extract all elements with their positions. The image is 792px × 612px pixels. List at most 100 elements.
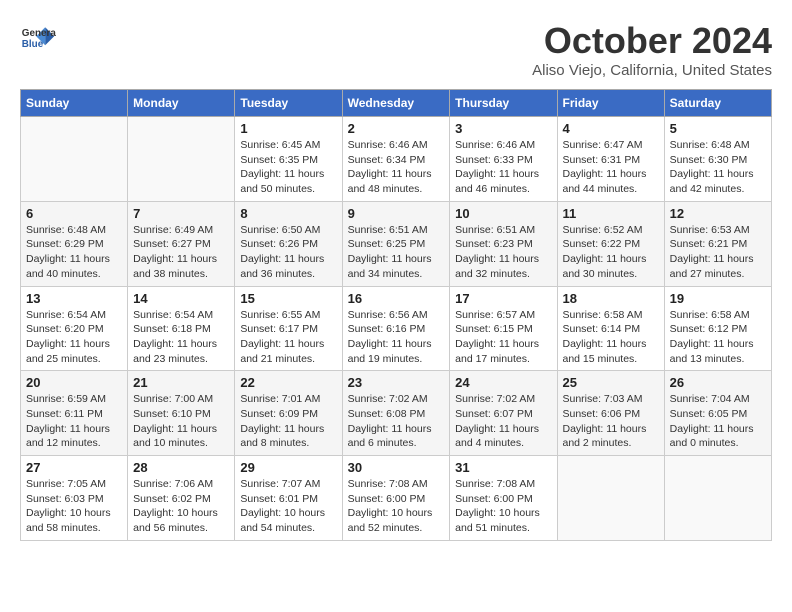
day-cell: 29 Sunrise: 7:07 AMSunset: 6:01 PMDayligh… [235, 456, 342, 541]
day-info: Sunrise: 6:54 AMSunset: 6:20 PMDaylight:… [26, 308, 122, 367]
day-number: 19 [670, 291, 766, 306]
day-number: 4 [563, 121, 659, 136]
day-info: Sunrise: 7:00 AMSunset: 6:10 PMDaylight:… [133, 392, 229, 451]
day-number: 29 [240, 460, 336, 475]
day-number: 13 [26, 291, 122, 306]
day-info: Sunrise: 6:55 AMSunset: 6:17 PMDaylight:… [240, 308, 336, 367]
logo: General Blue [20, 20, 60, 56]
day-info: Sunrise: 6:46 AMSunset: 6:34 PMDaylight:… [348, 138, 445, 197]
day-info: Sunrise: 7:06 AMSunset: 6:02 PMDaylight:… [133, 477, 229, 536]
day-cell: 2Sunrise: 6:46 AMSunset: 6:34 PMDaylight… [342, 117, 450, 202]
day-cell: 6Sunrise: 6:48 AMSunset: 6:29 PMDaylight… [21, 201, 128, 286]
day-cell: 4 Sunrise: 6:47 AMSunset: 6:31 PMDaylight… [557, 117, 664, 202]
day-cell: 7 Sunrise: 6:49 AMSunset: 6:27 PMDaylight… [128, 201, 235, 286]
day-number: 11 [563, 206, 659, 221]
location: Aliso Viejo, California, United States [532, 62, 772, 79]
svg-text:Blue: Blue [22, 39, 44, 50]
week-row-1: 1 Sunrise: 6:45 AMSunset: 6:35 PMDaylight… [21, 117, 772, 202]
day-cell: 25 Sunrise: 7:03 AMSunset: 6:06 PMDayligh… [557, 371, 664, 456]
day-info: Sunrise: 7:08 AMSunset: 6:00 PMDaylight:… [348, 477, 445, 536]
day-cell: 28 Sunrise: 7:06 AMSunset: 6:02 PMDayligh… [128, 456, 235, 541]
day-cell: 3 Sunrise: 6:46 AMSunset: 6:33 PMDaylight… [450, 117, 557, 202]
day-number: 20 [26, 375, 122, 390]
day-number: 28 [133, 460, 229, 475]
day-cell: 17 Sunrise: 6:57 AMSunset: 6:15 PMDayligh… [450, 286, 557, 371]
day-info: Sunrise: 6:48 AMSunset: 6:30 PMDaylight:… [670, 138, 766, 197]
day-cell: 8Sunrise: 6:50 AMSunset: 6:26 PMDaylight… [235, 201, 342, 286]
day-cell: 20 Sunrise: 6:59 AMSunset: 6:11 PMDayligh… [21, 371, 128, 456]
day-cell [664, 456, 771, 541]
day-number: 8 [240, 206, 336, 221]
day-number: 15 [240, 291, 336, 306]
day-cell: 23Sunrise: 7:02 AMSunset: 6:08 PMDayligh… [342, 371, 450, 456]
day-info: Sunrise: 6:49 AMSunset: 6:27 PMDaylight:… [133, 223, 229, 282]
day-cell: 22Sunrise: 7:01 AMSunset: 6:09 PMDayligh… [235, 371, 342, 456]
day-cell: 10Sunrise: 6:51 AMSunset: 6:23 PMDayligh… [450, 201, 557, 286]
day-number: 27 [26, 460, 122, 475]
day-number: 5 [670, 121, 766, 136]
week-row-2: 6Sunrise: 6:48 AMSunset: 6:29 PMDaylight… [21, 201, 772, 286]
day-number: 6 [26, 206, 122, 221]
day-cell: 9 Sunrise: 6:51 AMSunset: 6:25 PMDaylight… [342, 201, 450, 286]
day-info: Sunrise: 6:47 AMSunset: 6:31 PMDaylight:… [563, 138, 659, 197]
weekday-header-tuesday: Tuesday [235, 90, 342, 117]
svg-text:General: General [22, 28, 56, 39]
day-number: 9 [348, 206, 445, 221]
day-cell: 12 Sunrise: 6:53 AMSunset: 6:21 PMDayligh… [664, 201, 771, 286]
day-number: 1 [240, 121, 336, 136]
day-info: Sunrise: 6:46 AMSunset: 6:33 PMDaylight:… [455, 138, 551, 197]
day-info: Sunrise: 6:53 AMSunset: 6:21 PMDaylight:… [670, 223, 766, 282]
day-info: Sunrise: 7:05 AMSunset: 6:03 PMDaylight:… [26, 477, 122, 536]
weekday-header-thursday: Thursday [450, 90, 557, 117]
weekday-header-sunday: Sunday [21, 90, 128, 117]
day-info: Sunrise: 7:02 AMSunset: 6:08 PMDaylight:… [348, 392, 445, 451]
day-info: Sunrise: 6:54 AMSunset: 6:18 PMDaylight:… [133, 308, 229, 367]
day-cell: 31Sunrise: 7:08 AMSunset: 6:00 PMDayligh… [450, 456, 557, 541]
day-cell: 30 Sunrise: 7:08 AMSunset: 6:00 PMDayligh… [342, 456, 450, 541]
day-info: Sunrise: 6:58 AMSunset: 6:14 PMDaylight:… [563, 308, 659, 367]
day-info: Sunrise: 6:51 AMSunset: 6:25 PMDaylight:… [348, 223, 445, 282]
day-number: 3 [455, 121, 551, 136]
logo-icon: General Blue [20, 20, 56, 56]
day-info: Sunrise: 7:04 AMSunset: 6:05 PMDaylight:… [670, 392, 766, 451]
day-cell: 27 Sunrise: 7:05 AMSunset: 6:03 PMDayligh… [21, 456, 128, 541]
day-number: 22 [240, 375, 336, 390]
weekday-header-friday: Friday [557, 90, 664, 117]
day-info: Sunrise: 6:56 AMSunset: 6:16 PMDaylight:… [348, 308, 445, 367]
day-info: Sunrise: 7:03 AMSunset: 6:06 PMDaylight:… [563, 392, 659, 451]
day-info: Sunrise: 7:07 AMSunset: 6:01 PMDaylight:… [240, 477, 336, 536]
day-number: 7 [133, 206, 229, 221]
day-cell [128, 117, 235, 202]
day-cell: 26 Sunrise: 7:04 AMSunset: 6:05 PMDayligh… [664, 371, 771, 456]
day-info: Sunrise: 7:02 AMSunset: 6:07 PMDaylight:… [455, 392, 551, 451]
page-header: General Blue October 2024 Aliso Viejo, C… [20, 20, 772, 79]
day-info: Sunrise: 6:58 AMSunset: 6:12 PMDaylight:… [670, 308, 766, 367]
day-number: 16 [348, 291, 445, 306]
day-number: 17 [455, 291, 551, 306]
month-title: October 2024 [532, 20, 772, 62]
day-cell: 18 Sunrise: 6:58 AMSunset: 6:14 PMDayligh… [557, 286, 664, 371]
weekday-header-wednesday: Wednesday [342, 90, 450, 117]
day-number: 31 [455, 460, 551, 475]
day-number: 30 [348, 460, 445, 475]
day-info: Sunrise: 6:51 AMSunset: 6:23 PMDaylight:… [455, 223, 551, 282]
day-number: 18 [563, 291, 659, 306]
day-number: 12 [670, 206, 766, 221]
week-row-4: 20 Sunrise: 6:59 AMSunset: 6:11 PMDayligh… [21, 371, 772, 456]
week-row-3: 13 Sunrise: 6:54 AMSunset: 6:20 PMDayligh… [21, 286, 772, 371]
day-info: Sunrise: 6:59 AMSunset: 6:11 PMDaylight:… [26, 392, 122, 451]
day-cell: 15 Sunrise: 6:55 AMSunset: 6:17 PMDayligh… [235, 286, 342, 371]
day-info: Sunrise: 6:57 AMSunset: 6:15 PMDaylight:… [455, 308, 551, 367]
day-cell: 14 Sunrise: 6:54 AMSunset: 6:18 PMDayligh… [128, 286, 235, 371]
day-number: 21 [133, 375, 229, 390]
day-number: 14 [133, 291, 229, 306]
day-number: 26 [670, 375, 766, 390]
day-number: 25 [563, 375, 659, 390]
day-info: Sunrise: 6:52 AMSunset: 6:22 PMDaylight:… [563, 223, 659, 282]
day-cell: 19 Sunrise: 6:58 AMSunset: 6:12 PMDayligh… [664, 286, 771, 371]
calendar-body: 1 Sunrise: 6:45 AMSunset: 6:35 PMDaylight… [21, 117, 772, 541]
day-cell: 24Sunrise: 7:02 AMSunset: 6:07 PMDayligh… [450, 371, 557, 456]
day-cell [557, 456, 664, 541]
calendar-table: SundayMondayTuesdayWednesdayThursdayFrid… [20, 89, 772, 541]
day-info: Sunrise: 6:45 AMSunset: 6:35 PMDaylight:… [240, 138, 336, 197]
